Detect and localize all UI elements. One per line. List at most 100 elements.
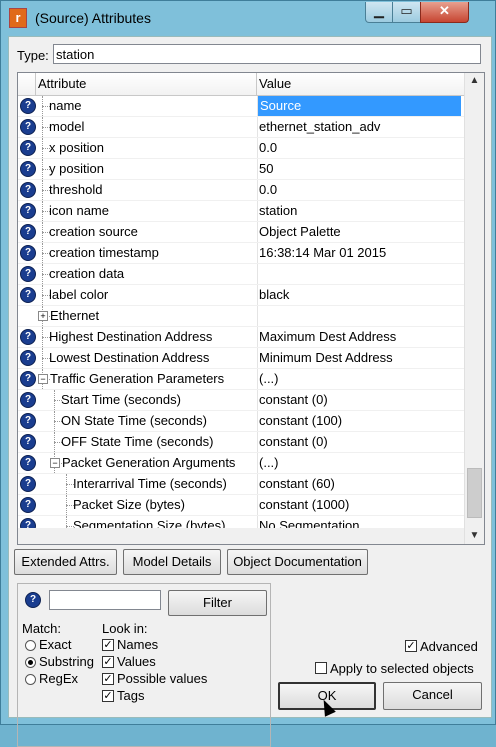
attribute-value[interactable]: 50: [259, 161, 273, 176]
attribute-row[interactable]: ? x position 0.0: [18, 138, 464, 159]
attribute-row[interactable]: ? y position 50: [18, 159, 464, 180]
match-exact-radio[interactable]: [25, 640, 36, 651]
attribute-value[interactable]: (...): [259, 455, 279, 470]
attribute-row[interactable]: ? label color black: [18, 285, 464, 306]
attribute-row[interactable]: ? creation data: [18, 264, 464, 285]
help-icon[interactable]: ?: [20, 476, 36, 492]
attribute-row[interactable]: ? model ethernet_station_adv: [18, 117, 464, 138]
attribute-row[interactable]: ? Start Time (seconds) constant (0): [18, 390, 464, 411]
attribute-name: Ethernet: [50, 308, 100, 323]
attribute-value[interactable]: constant (1000): [259, 497, 349, 512]
match-exact-label[interactable]: Exact: [39, 637, 72, 652]
help-icon[interactable]: ?: [20, 161, 36, 177]
advanced-label[interactable]: Advanced: [420, 639, 478, 654]
column-header-value[interactable]: Value: [259, 76, 291, 91]
minimize-button[interactable]: ▁: [365, 2, 393, 23]
help-icon[interactable]: ?: [20, 203, 36, 219]
maximize-button[interactable]: ▭: [392, 2, 421, 23]
match-regex-label[interactable]: RegEx: [39, 671, 78, 686]
filter-button[interactable]: Filter: [168, 590, 267, 616]
match-substring-label[interactable]: Substring: [39, 654, 94, 669]
scroll-thumb[interactable]: [467, 468, 482, 518]
attribute-value[interactable]: 16:38:14 Mar 01 2015: [259, 245, 386, 260]
attribute-row[interactable]: ? Packet Size (bytes) constant (1000): [18, 495, 464, 516]
attribute-row[interactable]: ? creation timestamp 16:38:14 Mar 01 2015: [18, 243, 464, 264]
help-icon[interactable]: ?: [20, 455, 36, 471]
help-icon[interactable]: ?: [20, 497, 36, 513]
look-in-possible-values-checkbox[interactable]: ✓: [102, 673, 114, 685]
attribute-row[interactable]: ? creation source Object Palette: [18, 222, 464, 243]
attribute-row[interactable]: ? Interarrival Time (seconds) constant (60…: [18, 474, 464, 495]
model-details-button[interactable]: Model Details: [123, 549, 221, 575]
attribute-value[interactable]: constant (60): [259, 476, 335, 491]
attribute-value[interactable]: Object Palette: [259, 224, 341, 239]
help-icon[interactable]: ?: [20, 371, 36, 387]
attribute-value[interactable]: Source: [258, 96, 461, 116]
attribute-value[interactable]: 0.0: [259, 140, 277, 155]
apply-selected-label[interactable]: Apply to selected objects: [330, 661, 474, 676]
type-field[interactable]: station: [53, 44, 481, 64]
match-regex-radio[interactable]: [25, 674, 36, 685]
look-in-tags-label[interactable]: Tags: [117, 688, 144, 703]
help-icon[interactable]: ?: [20, 266, 36, 282]
look-in-tags-checkbox[interactable]: ✓: [102, 690, 114, 702]
attribute-value[interactable]: black: [259, 287, 289, 302]
help-icon[interactable]: ?: [20, 182, 36, 198]
help-icon[interactable]: ?: [20, 245, 36, 261]
attribute-row[interactable]: ? OFF State Time (seconds) constant (0): [18, 432, 464, 453]
object-documentation-button[interactable]: Object Documentation: [227, 549, 368, 575]
look-in-possible-values-label[interactable]: Possible values: [117, 671, 207, 686]
attribute-value[interactable]: station: [259, 203, 297, 218]
attribute-row[interactable]: ? − Packet Generation Arguments (...): [18, 453, 464, 474]
help-icon[interactable]: ?: [20, 329, 36, 345]
help-icon[interactable]: ?: [20, 413, 36, 429]
look-in-values-checkbox[interactable]: ✓: [102, 656, 114, 668]
filter-search-input[interactable]: [49, 590, 161, 610]
look-in-names-checkbox[interactable]: ✓: [102, 639, 114, 651]
attribute-value[interactable]: Maximum Dest Address: [259, 329, 396, 344]
cancel-button[interactable]: Cancel: [383, 682, 482, 710]
help-icon[interactable]: ?: [20, 287, 36, 303]
attribute-row[interactable]: + Ethernet: [18, 306, 464, 327]
attribute-value[interactable]: constant (100): [259, 413, 342, 428]
scroll-down-icon[interactable]: ▼: [467, 528, 482, 543]
attribute-value[interactable]: constant (0): [259, 434, 328, 449]
title-bar[interactable]: r (Source) Attributes ▁ ▭ ✕: [1, 1, 495, 35]
attribute-name: label color: [49, 287, 109, 302]
vertical-scrollbar[interactable]: ▲ ▼: [464, 73, 484, 544]
attribute-value[interactable]: 0.0: [259, 182, 277, 197]
advanced-checkbox[interactable]: ✓: [405, 640, 417, 652]
filter-help-icon[interactable]: ?: [25, 592, 41, 608]
look-in-values-label[interactable]: Values: [117, 654, 156, 669]
attribute-row[interactable]: ? Highest Destination Address Maximum Dest…: [18, 327, 464, 348]
collapse-icon[interactable]: −: [38, 374, 48, 384]
help-icon[interactable]: ?: [20, 350, 36, 366]
attribute-row[interactable]: ? − Traffic Generation Parameters (...): [18, 369, 464, 390]
attribute-name: creation timestamp: [49, 245, 159, 260]
attribute-value[interactable]: constant (0): [259, 392, 328, 407]
grid-header: Attribute Value: [18, 73, 464, 96]
look-in-names-label[interactable]: Names: [117, 637, 158, 652]
match-substring-radio[interactable]: [25, 657, 36, 668]
attribute-value[interactable]: ethernet_station_adv: [259, 119, 380, 134]
expand-icon[interactable]: +: [38, 311, 48, 321]
help-icon[interactable]: ?: [20, 392, 36, 408]
extended-attrs-button[interactable]: Extended Attrs.: [14, 549, 117, 575]
attribute-value[interactable]: Minimum Dest Address: [259, 350, 393, 365]
column-header-attribute[interactable]: Attribute: [38, 76, 86, 91]
attribute-row[interactable]: ? threshold 0.0: [18, 180, 464, 201]
close-button[interactable]: ✕: [420, 2, 469, 23]
attribute-row[interactable]: ? ON State Time (seconds) constant (100): [18, 411, 464, 432]
help-icon[interactable]: ?: [20, 98, 36, 114]
help-icon[interactable]: ?: [20, 140, 36, 156]
help-icon[interactable]: ?: [20, 434, 36, 450]
help-icon[interactable]: ?: [20, 224, 36, 240]
attribute-value[interactable]: (...): [259, 371, 279, 386]
attribute-row[interactable]: ? Lowest Destination Address Minimum Dest …: [18, 348, 464, 369]
collapse-icon[interactable]: −: [50, 458, 60, 468]
help-icon[interactable]: ?: [20, 119, 36, 135]
scroll-up-icon[interactable]: ▲: [467, 73, 482, 88]
attribute-row[interactable]: ? name Source: [18, 96, 464, 117]
attribute-row[interactable]: ? icon name station: [18, 201, 464, 222]
apply-selected-checkbox[interactable]: [315, 662, 327, 674]
